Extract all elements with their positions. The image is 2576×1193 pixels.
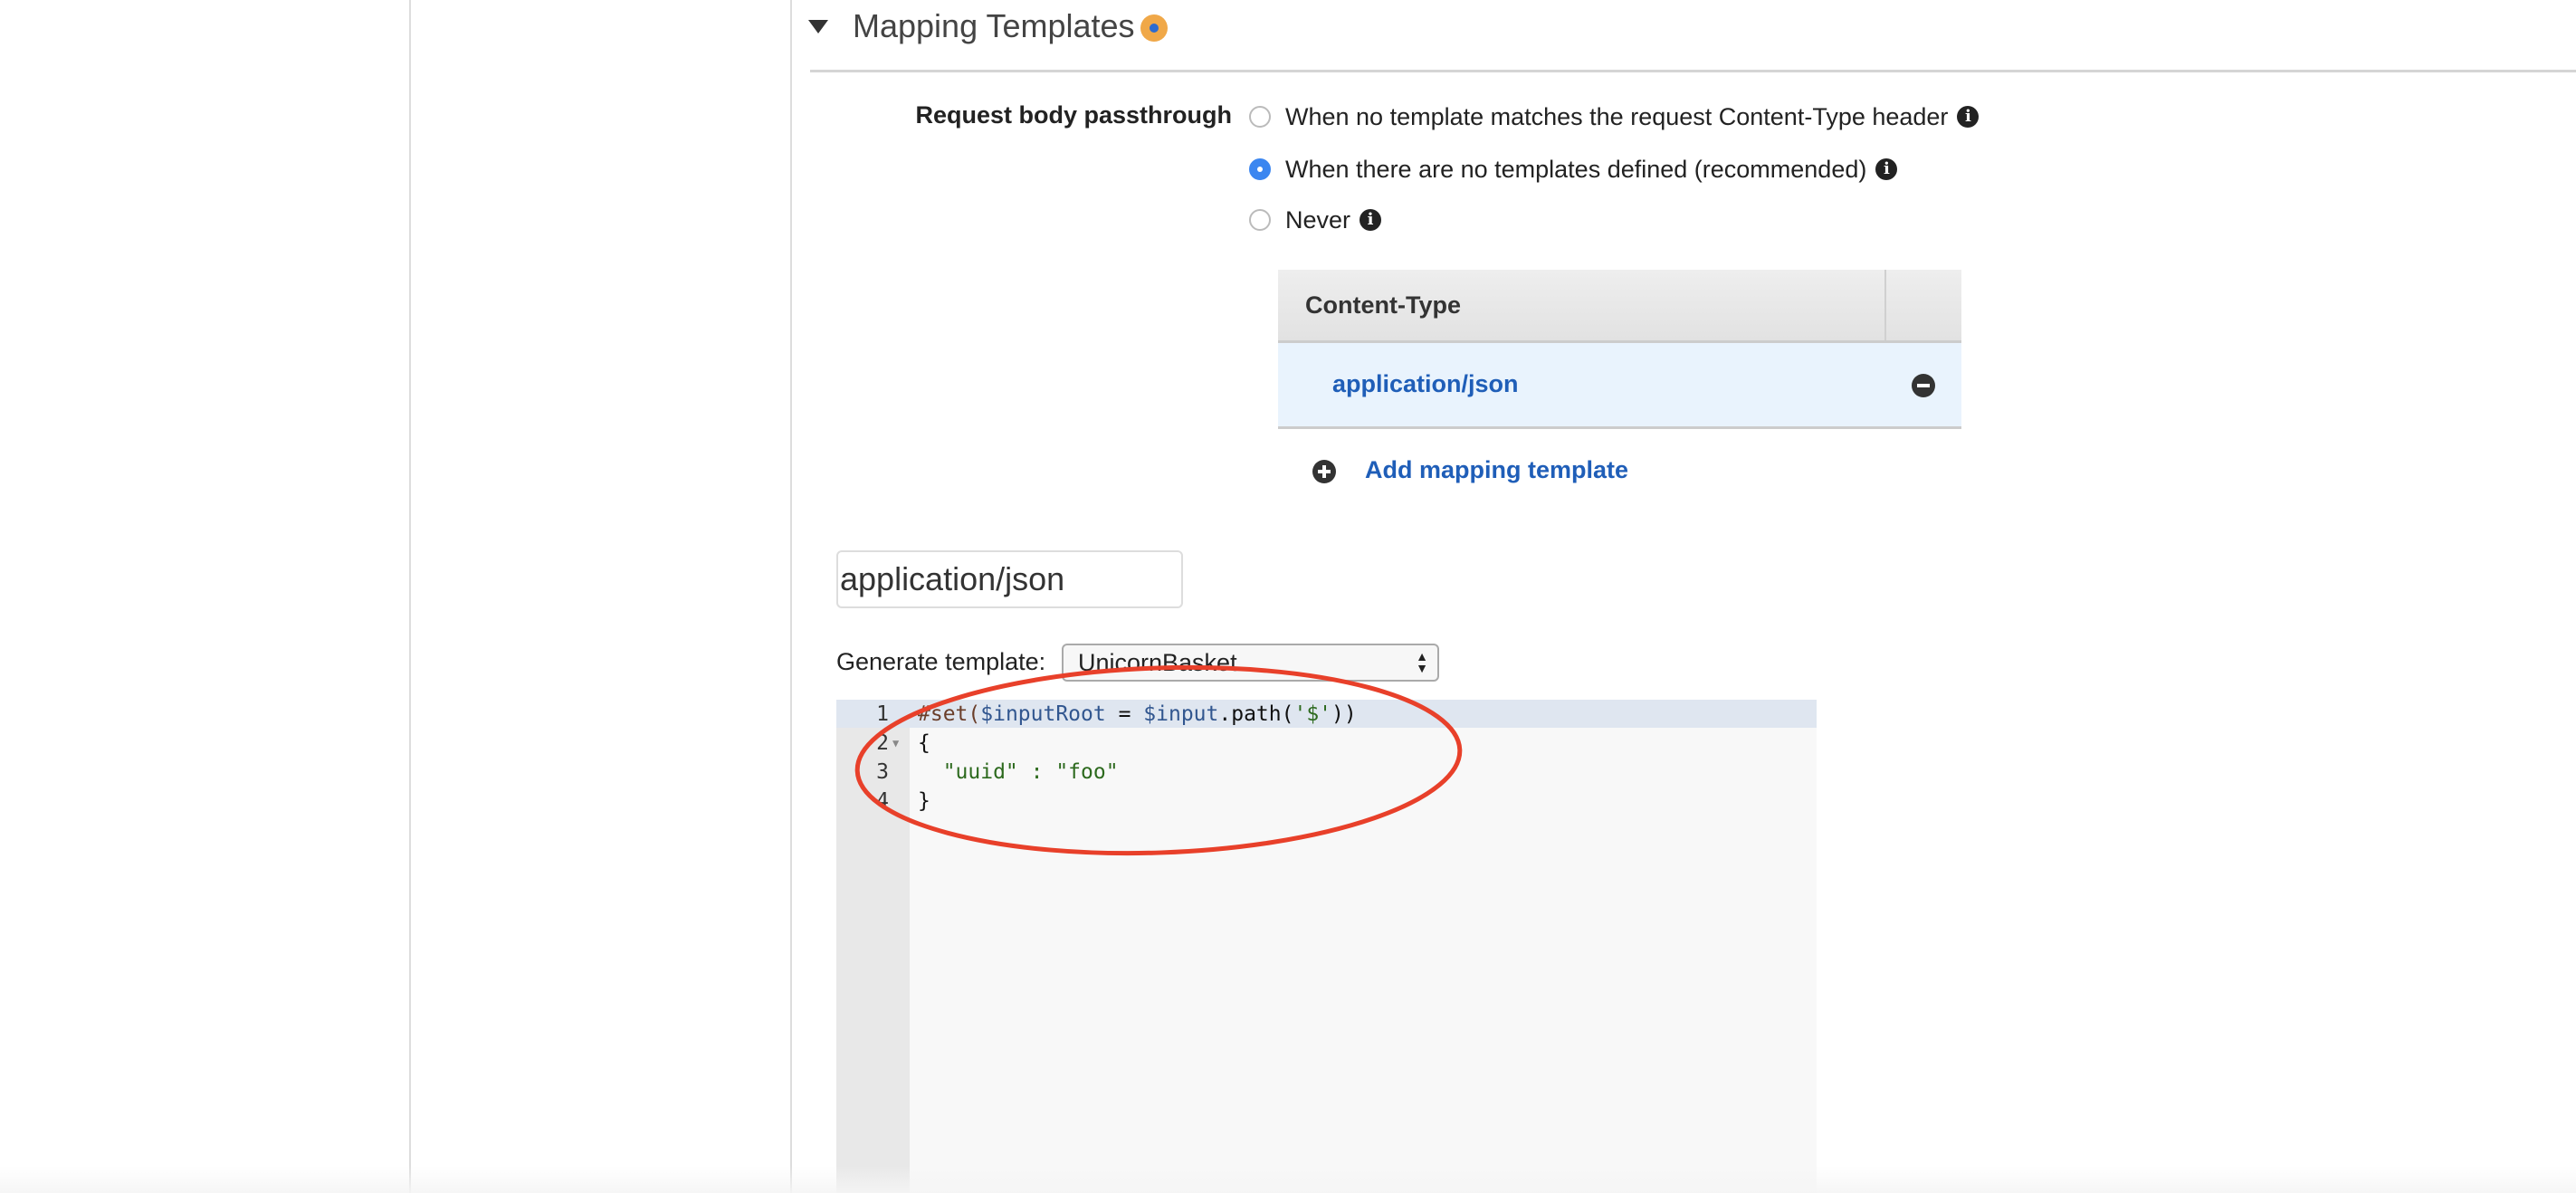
annotation-layer: [854, 664, 1463, 856]
red-annotation-ellipse: [854, 664, 1463, 856]
